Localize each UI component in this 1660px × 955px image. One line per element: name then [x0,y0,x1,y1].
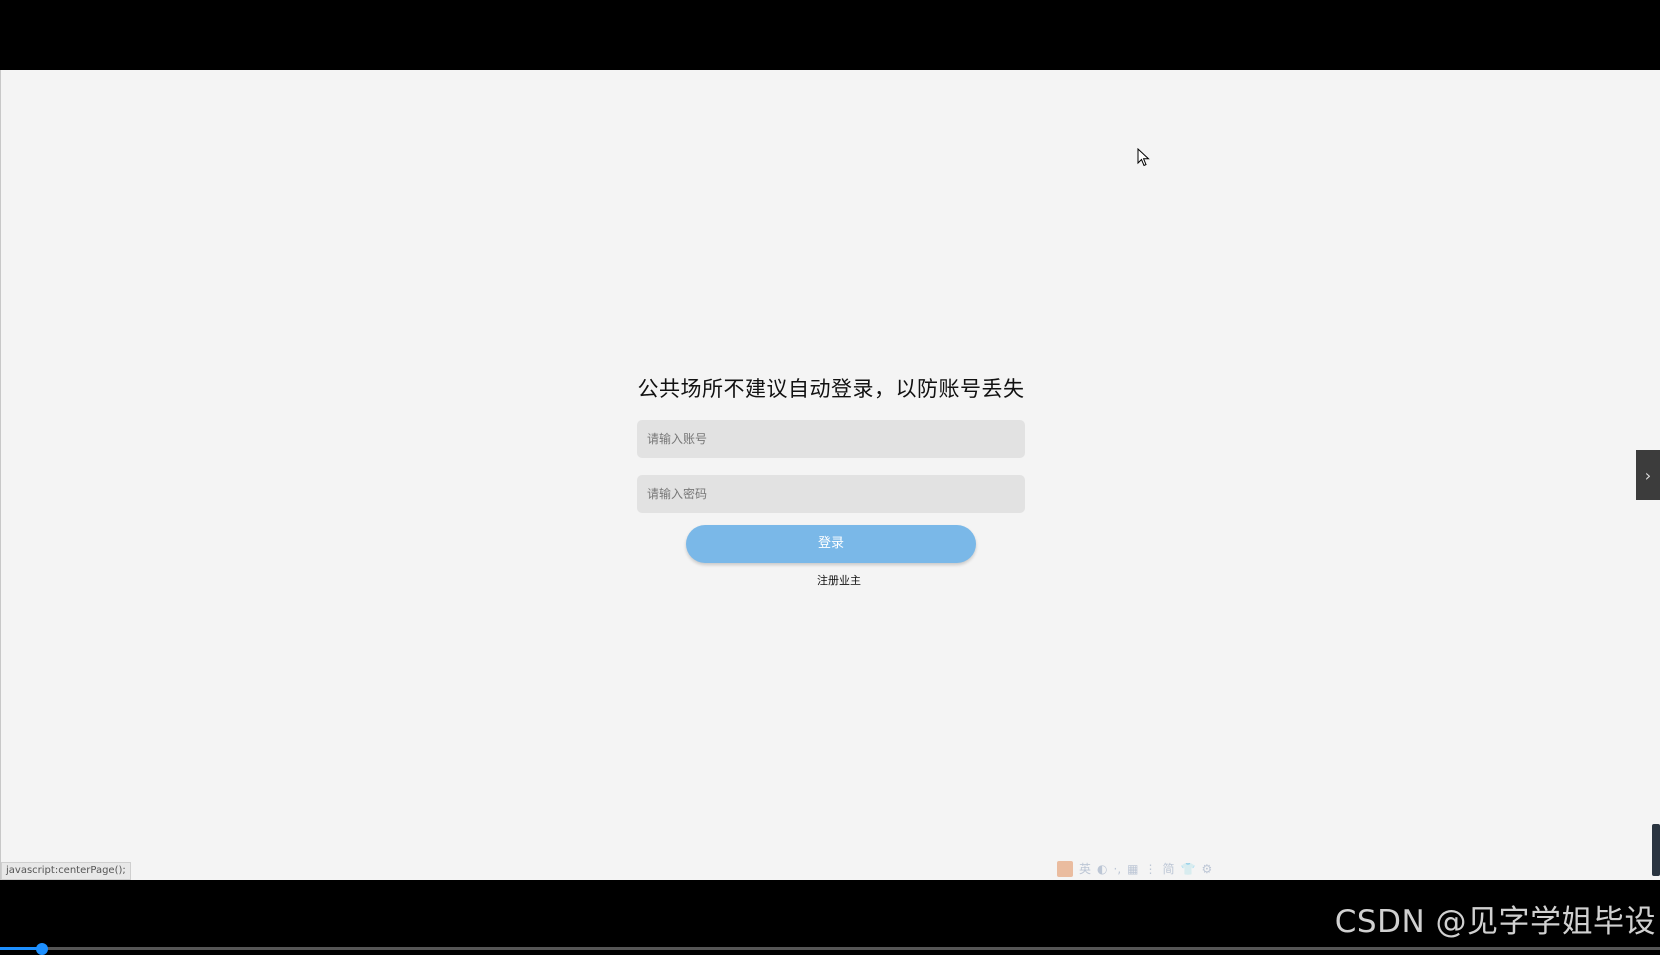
browser-viewport: 公共场所不建议自动登录，以防账号丢失 登录 注册业主 › javascript:… [0,70,1660,880]
ime-skin-icon: 👕 [1180,862,1196,876]
video-progress-knob[interactable] [35,943,48,955]
ime-keyboard-icon: ▦ [1127,862,1139,876]
ime-settings-icon: ⚙ [1201,862,1213,876]
ime-toolbar: 英 ◐ ·, ▦ ⋮ 简 👕 ⚙ [1057,860,1212,878]
login-form: 公共场所不建议自动登录，以防账号丢失 登录 注册业主 [637,372,1025,588]
password-input[interactable] [637,475,1025,513]
video-bottom-letterbox: CSDN @见字学姐毕设 [0,880,1660,955]
register-owner-link[interactable]: 注册业主 [653,572,1025,588]
login-button[interactable]: 登录 [686,525,976,563]
ime-moon-icon: ◐ [1097,862,1108,876]
side-panel-toggle-button[interactable]: › [1636,450,1660,500]
video-top-letterbox [0,0,1660,70]
mouse-cursor-icon [1137,148,1150,167]
ime-punct-icon: ·, [1113,862,1122,876]
ime-lang-icon: 英 [1079,862,1092,876]
ime-logo-icon [1057,861,1073,877]
chevron-right-icon: › [1644,465,1652,485]
ime-more-icon: ⋮ [1144,862,1157,876]
login-title: 公共场所不建议自动登录，以防账号丢失 [637,377,1025,401]
status-bar-url: javascript:centerPage(); [1,862,131,880]
csdn-watermark: CSDN @见字学姐毕设 [1334,904,1656,940]
scroll-handle[interactable] [1652,824,1660,876]
account-input[interactable] [637,420,1025,458]
ime-simplified-icon: 简 [1162,862,1175,876]
